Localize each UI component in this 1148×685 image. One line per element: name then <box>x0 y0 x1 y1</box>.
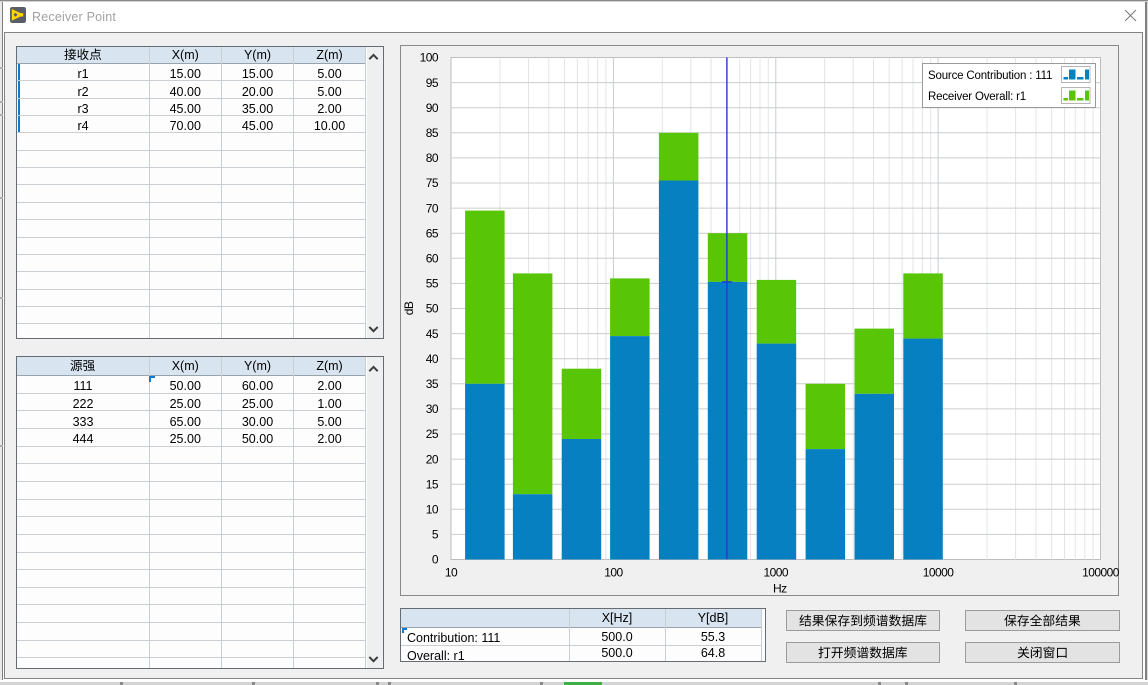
svg-text:65: 65 <box>426 226 439 240</box>
svg-text:35: 35 <box>426 377 439 391</box>
svg-text:60: 60 <box>426 252 439 266</box>
svg-text:45: 45 <box>426 327 439 341</box>
svg-text:70: 70 <box>426 201 439 215</box>
svg-text:25: 25 <box>426 427 439 441</box>
svg-text:Source Contribution : 111: Source Contribution : 111 <box>928 70 1052 82</box>
svg-text:20: 20 <box>426 452 439 466</box>
svg-text:10: 10 <box>445 566 458 580</box>
svg-text:5: 5 <box>432 528 439 542</box>
svg-text:55: 55 <box>426 277 439 291</box>
svg-text:90: 90 <box>426 101 439 115</box>
svg-text:Receiver Overall: r1: Receiver Overall: r1 <box>928 91 1026 103</box>
svg-text:80: 80 <box>426 151 439 165</box>
svg-text:95: 95 <box>426 76 439 90</box>
svg-text:75: 75 <box>426 176 439 190</box>
svg-text:1000: 1000 <box>764 566 789 580</box>
svg-text:100: 100 <box>604 566 623 580</box>
svg-text:100: 100 <box>420 51 439 65</box>
svg-text:30: 30 <box>426 402 439 416</box>
svg-text:85: 85 <box>426 126 439 140</box>
svg-text:dB: dB <box>402 301 416 315</box>
svg-text:50: 50 <box>426 302 439 316</box>
svg-text:Hz: Hz <box>773 582 787 596</box>
svg-text:10: 10 <box>426 503 439 517</box>
svg-text:40: 40 <box>426 352 439 366</box>
svg-text:15: 15 <box>426 477 439 491</box>
svg-text:10000: 10000 <box>923 566 954 580</box>
svg-text:100000: 100000 <box>1082 566 1119 580</box>
svg-text:0: 0 <box>432 553 439 567</box>
